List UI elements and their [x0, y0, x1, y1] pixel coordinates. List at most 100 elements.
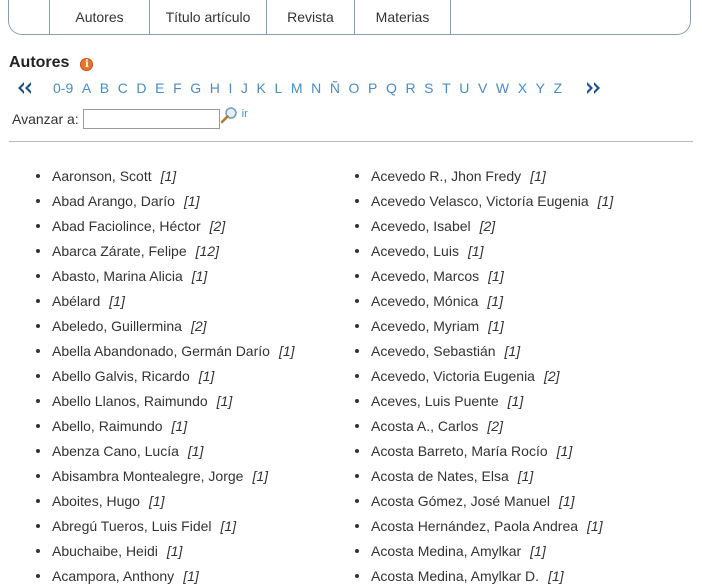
article-count-link[interactable]: [1]: [221, 518, 237, 534]
letter-link[interactable]: J: [241, 80, 248, 96]
tab-materias[interactable]: Materias: [355, 0, 451, 34]
author-link[interactable]: Abélard: [52, 293, 100, 309]
author-link[interactable]: Acosta Medina, Amylkar D.: [371, 568, 539, 584]
letter-link[interactable]: Q: [386, 80, 397, 96]
author-link[interactable]: Acevedo, Luis: [371, 243, 459, 259]
letter-link[interactable]: V: [478, 80, 487, 96]
article-count-link[interactable]: [1]: [508, 393, 524, 409]
author-link[interactable]: Abello Galvis, Ricardo: [52, 368, 190, 384]
author-link[interactable]: Abello Llanos, Raimundo: [52, 393, 208, 409]
letter-link[interactable]: A: [82, 80, 91, 96]
article-count-link[interactable]: [1]: [530, 168, 546, 184]
author-link[interactable]: Abenza Cano, Lucía: [52, 443, 179, 459]
tab-autores[interactable]: Autores: [50, 0, 150, 34]
letter-link[interactable]: Z: [554, 80, 563, 96]
letter-link[interactable]: N: [311, 80, 321, 96]
author-link[interactable]: Acosta A., Carlos: [371, 418, 478, 434]
article-count-link[interactable]: [2]: [480, 218, 496, 234]
article-count-link[interactable]: [2]: [210, 218, 226, 234]
letter-link[interactable]: B: [100, 80, 109, 96]
author-link[interactable]: Acosta Medina, Amylkar: [371, 543, 521, 559]
article-count-link[interactable]: [1]: [109, 293, 125, 309]
author-link[interactable]: Aaronson, Scott: [52, 168, 152, 184]
author-link[interactable]: Acevedo, Sebastián: [371, 343, 496, 359]
go-link[interactable]: ir: [242, 108, 248, 120]
jump-input[interactable]: [82, 109, 220, 129]
tab-titulo-articulo[interactable]: Título artículo: [150, 0, 267, 34]
letter-link[interactable]: U: [459, 80, 469, 96]
letter-link[interactable]: F: [173, 80, 182, 96]
author-link[interactable]: Abregú Tueros, Luis Fidel: [52, 518, 212, 534]
author-link[interactable]: Acosta Barreto, María Rocío: [371, 443, 548, 459]
letter-link[interactable]: T: [442, 80, 451, 96]
author-link[interactable]: Acevedo Velasco, Victoría Eugenia: [371, 193, 589, 209]
letter-link[interactable]: W: [496, 80, 509, 96]
author-link[interactable]: Acevedo, Myriam: [371, 318, 479, 334]
article-count-link[interactable]: [2]: [487, 418, 503, 434]
letter-link[interactable]: P: [368, 80, 377, 96]
author-link[interactable]: Acevedo, Mónica: [371, 293, 478, 309]
author-link[interactable]: Abuchaibe, Heidi: [52, 543, 158, 559]
author-link[interactable]: Abisambra Montealegre, Jorge: [52, 468, 243, 484]
letter-link[interactable]: R: [405, 80, 415, 96]
author-link[interactable]: Acosta Gómez, José Manuel: [371, 493, 550, 509]
author-link[interactable]: Acevedo R., Jhon Fredy: [371, 168, 521, 184]
letter-link[interactable]: I: [228, 80, 232, 96]
double-chevron-left-icon[interactable]: [16, 80, 32, 96]
author-link[interactable]: Acevedo, Marcos: [371, 268, 479, 284]
letter-link[interactable]: H: [210, 80, 220, 96]
author-link[interactable]: Acampora, Anthony: [52, 568, 174, 584]
article-count-link[interactable]: [1]: [184, 193, 200, 209]
article-count-link[interactable]: [1]: [468, 243, 484, 259]
author-link[interactable]: Abella Abandonado, Germán Darío: [52, 343, 270, 359]
double-chevron-right-icon[interactable]: [586, 80, 602, 96]
magnifier-icon[interactable]: [220, 106, 238, 124]
letter-link[interactable]: Y: [536, 80, 545, 96]
article-count-link[interactable]: [1]: [172, 418, 188, 434]
letter-link[interactable]: O: [349, 80, 360, 96]
article-count-link[interactable]: [1]: [559, 493, 575, 509]
article-count-link[interactable]: [1]: [518, 468, 534, 484]
author-link[interactable]: Acosta Hernández, Paola Andrea: [371, 518, 578, 534]
letter-link[interactable]: E: [155, 80, 164, 96]
letter-link[interactable]: C: [118, 80, 128, 96]
letter-link[interactable]: S: [424, 80, 433, 96]
article-count-link[interactable]: [1]: [598, 193, 614, 209]
author-link[interactable]: Abad Arango, Darío: [52, 193, 175, 209]
letter-link[interactable]: M: [291, 80, 303, 96]
author-link[interactable]: Abello, Raimundo: [52, 418, 163, 434]
author-link[interactable]: Acosta de Nates, Elsa: [371, 468, 509, 484]
article-count-link[interactable]: [1]: [488, 318, 504, 334]
article-count-link[interactable]: [1]: [188, 443, 204, 459]
author-link[interactable]: Abasto, Marina Alicia: [52, 268, 183, 284]
article-count-link[interactable]: [1]: [192, 268, 208, 284]
article-count-link[interactable]: [1]: [488, 268, 504, 284]
author-link[interactable]: Acevedo, Isabel: [371, 218, 471, 234]
author-link[interactable]: Abeledo, Guillermina: [52, 318, 182, 334]
article-count-link[interactable]: [1]: [161, 168, 177, 184]
author-link[interactable]: Aboites, Hugo: [52, 493, 140, 509]
letter-link[interactable]: L: [274, 80, 282, 96]
article-count-link[interactable]: [1]: [557, 443, 573, 459]
info-icon[interactable]: i: [80, 58, 94, 71]
article-count-link[interactable]: [2]: [544, 368, 560, 384]
article-count-link[interactable]: [1]: [279, 343, 295, 359]
article-count-link[interactable]: [1]: [149, 493, 165, 509]
article-count-link[interactable]: [1]: [167, 543, 183, 559]
article-count-link[interactable]: [1]: [199, 368, 215, 384]
article-count-link[interactable]: [1]: [183, 568, 199, 584]
tab-revista[interactable]: Revista: [267, 0, 355, 34]
article-count-link[interactable]: [1]: [530, 543, 546, 559]
author-link[interactable]: Abad Faciolince, Héctor: [52, 218, 201, 234]
letter-link[interactable]: 0-9: [53, 80, 73, 96]
letter-link[interactable]: X: [518, 80, 527, 96]
article-count-link[interactable]: [1]: [252, 468, 268, 484]
letter-link[interactable]: Ñ: [330, 80, 340, 96]
article-count-link[interactable]: [1]: [487, 293, 503, 309]
author-link[interactable]: Abarca Zárate, Felipe: [52, 243, 187, 259]
letter-link[interactable]: K: [257, 80, 266, 96]
letter-link[interactable]: D: [136, 80, 146, 96]
article-count-link[interactable]: [1]: [505, 343, 521, 359]
article-count-link[interactable]: [2]: [191, 318, 207, 334]
article-count-link[interactable]: [12]: [196, 243, 219, 259]
